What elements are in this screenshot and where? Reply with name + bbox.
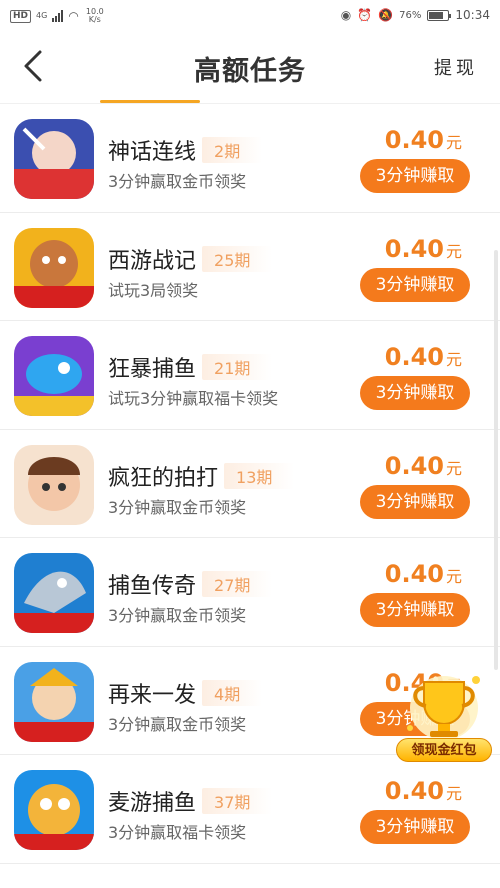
reward-amount: 0.40元 — [385, 235, 462, 263]
reward-unit: 元 — [445, 784, 462, 803]
cash-red-packet-widget[interactable]: 领现金红包 — [396, 668, 492, 766]
task-row[interactable]: 狂暴捕鱼 21期 试玩3分钟赢取福卡领奖 0.40 元 3分钟赚取 — [0, 321, 500, 430]
status-left: HD 4G ◠ 10.0 K/s — [10, 8, 106, 24]
task-name: 捕鱼传奇 — [108, 574, 197, 599]
network-speed: 10.0 K/s — [85, 7, 104, 24]
task-row[interactable]: 神话连线 2期 3分钟赢取金币领奖 0.40 元 3分钟赚取 — [0, 104, 500, 213]
task-name-row: 捕鱼传奇 27期 — [108, 568, 273, 600]
fishing-game-icon — [14, 336, 94, 416]
signal-icon — [52, 10, 64, 22]
earn-button[interactable]: 3分钟赚取 — [360, 376, 470, 410]
task-name-row: 狂暴捕鱼 21期 — [108, 351, 273, 383]
battery-icon — [427, 9, 452, 21]
reward-value: 0.40 — [384, 126, 444, 154]
issue-badge: 37期 — [202, 788, 273, 814]
task-name: 神话连线 — [108, 140, 197, 165]
reward-amount: 0.40元 — [385, 343, 462, 371]
clock: 10:34 — [455, 8, 490, 22]
hd-indicator: HD — [10, 9, 32, 23]
crazy-slap-game-icon — [14, 444, 94, 525]
task-name: 麦游捕鱼 — [108, 791, 197, 816]
task-row[interactable]: 捕鱼传奇 27期 3分钟赢取金币领奖 0.40 元 3分钟赚取 — [0, 538, 500, 647]
cash-red-packet-label: 领现金红包 — [396, 738, 492, 762]
issue-badge: 13期 — [224, 462, 295, 489]
alarm-icon: ⏰ — [357, 8, 373, 22]
reward-value: 0.40 — [384, 234, 444, 263]
task-description: 试玩3分钟赢取福卡领奖 — [108, 389, 279, 408]
task-description: 试玩3局领奖 — [108, 280, 199, 300]
wifi-icon: ◠ — [68, 9, 79, 23]
earn-button[interactable]: 3分钟赚取 — [360, 159, 470, 193]
battery-percent: 76% — [399, 9, 422, 21]
network-type: 4G — [36, 11, 48, 20]
task-name-row: 神话连线 2期 — [108, 134, 263, 166]
task-name: 再来一发 — [108, 682, 197, 708]
task-name-row: 麦游捕鱼 37期 — [108, 785, 273, 817]
reward-unit: 元 — [445, 458, 462, 478]
reward-amount: 0.40元 — [385, 777, 462, 805]
task-name-row: 再来一发 4期 — [108, 677, 263, 709]
journey-west-game-icon — [14, 227, 94, 308]
issue-badge: 21期 — [202, 354, 273, 380]
earn-button[interactable]: 3分钟赚取 — [360, 484, 470, 519]
task-row[interactable]: 麦游捕鱼 37期 3分钟赢取福卡领奖 0.40 元 3分钟赚取 — [0, 755, 500, 864]
task-name: 狂暴捕鱼 — [108, 357, 197, 382]
task-description: 3分钟赢取金币领奖 — [108, 172, 247, 191]
reward-amount: 0.40元 — [385, 126, 462, 154]
scrollbar[interactable] — [494, 250, 498, 670]
reward-value: 0.40 — [384, 343, 444, 371]
reward-amount: 0.40元 — [385, 452, 462, 480]
reward-value: 0.40 — [384, 777, 444, 805]
reward-value: 0.40 — [384, 451, 444, 480]
issue-badge: 25期 — [202, 245, 273, 272]
mute-icon: 🔕 — [378, 8, 394, 22]
task-name-row: 疯狂的拍打 13期 — [108, 460, 295, 492]
earn-button[interactable]: 3分钟赚取 — [360, 267, 470, 302]
task-row[interactable]: 疯狂的拍打 13期 3分钟赢取金币领奖 0.40 元 3分钟赚取 — [0, 430, 500, 538]
task-description: 3分钟赢取金币领奖 — [108, 497, 247, 517]
reward-unit: 元 — [445, 133, 462, 152]
reward-unit: 元 — [445, 350, 462, 369]
pufferfish-game-icon — [14, 770, 94, 850]
shark-fishing-game-icon — [14, 553, 94, 633]
task-description: 3分钟赢取金币领奖 — [108, 714, 247, 734]
page-title: 高额任务 — [194, 56, 306, 87]
status-right: ◉ ⏰ 🔕 76% 10:34 — [341, 8, 490, 22]
earn-button[interactable]: 3分钟赚取 — [360, 810, 470, 844]
reward-amount: 0.40元 — [385, 560, 462, 588]
issue-badge: 4期 — [202, 679, 263, 706]
warrior-game-icon — [14, 661, 94, 742]
task-name-row: 西游战记 25期 — [108, 243, 273, 275]
task-row[interactable]: 西游战记 25期 试玩3局领奖 0.40 元 3分钟赚取 — [0, 213, 500, 321]
nav-header: 高额任务 提现 — [0, 34, 500, 100]
reward-value: 0.40 — [384, 560, 444, 588]
task-description: 3分钟赢取金币领奖 — [108, 606, 247, 625]
earn-button[interactable]: 3分钟赚取 — [360, 593, 470, 627]
myth-link-game-icon — [14, 119, 94, 199]
withdraw-link[interactable]: 提现 — [434, 54, 478, 80]
task-name: 疯狂的拍打 — [108, 465, 219, 491]
status-bar: HD 4G ◠ 10.0 K/s ◉ ⏰ 🔕 76% 10:34 — [0, 0, 500, 34]
task-name: 西游战记 — [108, 248, 197, 274]
eye-icon: ◉ — [340, 8, 352, 22]
task-description: 3分钟赢取福卡领奖 — [108, 823, 247, 842]
issue-badge: 2期 — [202, 137, 263, 163]
reward-unit: 元 — [445, 241, 462, 261]
issue-badge: 27期 — [202, 571, 273, 597]
reward-unit: 元 — [445, 567, 462, 586]
